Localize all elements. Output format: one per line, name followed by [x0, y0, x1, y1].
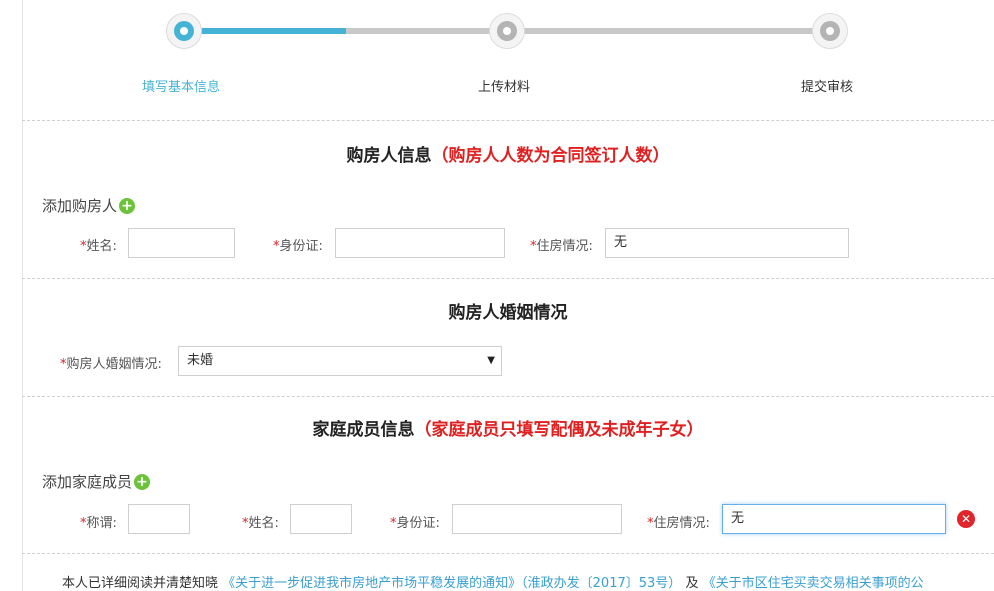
- divider: [22, 553, 994, 554]
- family-section-title: 家庭成员信息（家庭成员只填写配偶及未成年子女）: [312, 420, 704, 440]
- marriage-status-label: *购房人婚姻情况:: [60, 357, 162, 372]
- buyer-id-label: *身份证:: [273, 239, 323, 254]
- divider: [22, 120, 994, 121]
- left-border: [22, 0, 23, 591]
- progress-track-pending: [346, 28, 830, 34]
- family-relation-input[interactable]: [128, 504, 190, 534]
- marriage-status-value: 未婚: [187, 353, 214, 368]
- buyer-id-input[interactable]: [335, 228, 505, 258]
- add-buyer-button[interactable]: 添加购房人 +: [42, 195, 136, 216]
- add-buyer-label: 添加购房人: [42, 197, 118, 215]
- progress-track-complete: [184, 28, 346, 34]
- buyer-name-input[interactable]: [128, 228, 235, 258]
- divider: [22, 278, 994, 279]
- buyer-name-label: *姓名:: [80, 239, 117, 254]
- remove-family-member-icon[interactable]: ✕: [957, 510, 975, 528]
- marriage-status-select[interactable]: 未婚 ▼: [178, 346, 502, 376]
- family-section-note: （家庭成员只填写配偶及未成年子女）: [414, 420, 704, 440]
- agreement-notice: 本人已详细阅读并清楚知晓 《关于进一步促进我市房地产市场平稳发展的通知》（淮政办…: [62, 576, 924, 591]
- buyer-section-note: （购房人人数为合同签订人数）: [431, 146, 670, 166]
- add-family-member-label: 添加家庭成员: [42, 473, 133, 491]
- buyer-section-title: 购房人信息（购房人人数为合同签订人数）: [346, 146, 670, 166]
- family-id-label: *身份证:: [390, 516, 440, 531]
- family-housing-input[interactable]: 无: [722, 504, 946, 534]
- step-label-basic-info: 填写基本信息: [142, 80, 221, 95]
- family-relation-label: *称谓:: [80, 516, 117, 531]
- family-name-label: *姓名:: [242, 516, 279, 531]
- buyer-housing-label: *住房情况:: [530, 239, 593, 254]
- step-label-upload: 上传材料: [478, 80, 531, 95]
- step-label-submit: 提交审核: [801, 80, 854, 95]
- step-node-2: [489, 13, 525, 49]
- family-name-input[interactable]: [290, 504, 352, 534]
- marriage-section-title: 购房人婚姻情况: [448, 303, 568, 323]
- divider: [22, 396, 994, 397]
- caret-down-icon: ▼: [487, 355, 495, 366]
- step-node-1: [166, 13, 202, 49]
- buyer-housing-input[interactable]: 无: [605, 228, 849, 258]
- policy-link-2[interactable]: 《关于市区住宅买卖交易相关事项的公: [703, 576, 924, 591]
- policy-link-1[interactable]: 《关于进一步促进我市房地产市场平稳发展的通知》（淮政办发〔2017〕53号）: [222, 576, 681, 591]
- plus-icon: +: [134, 473, 151, 490]
- plus-icon: +: [119, 197, 136, 214]
- family-id-input[interactable]: [452, 504, 622, 534]
- family-housing-label: *住房情况:: [647, 516, 710, 531]
- add-family-member-button[interactable]: 添加家庭成员 +: [42, 471, 151, 492]
- step-node-3: [812, 13, 848, 49]
